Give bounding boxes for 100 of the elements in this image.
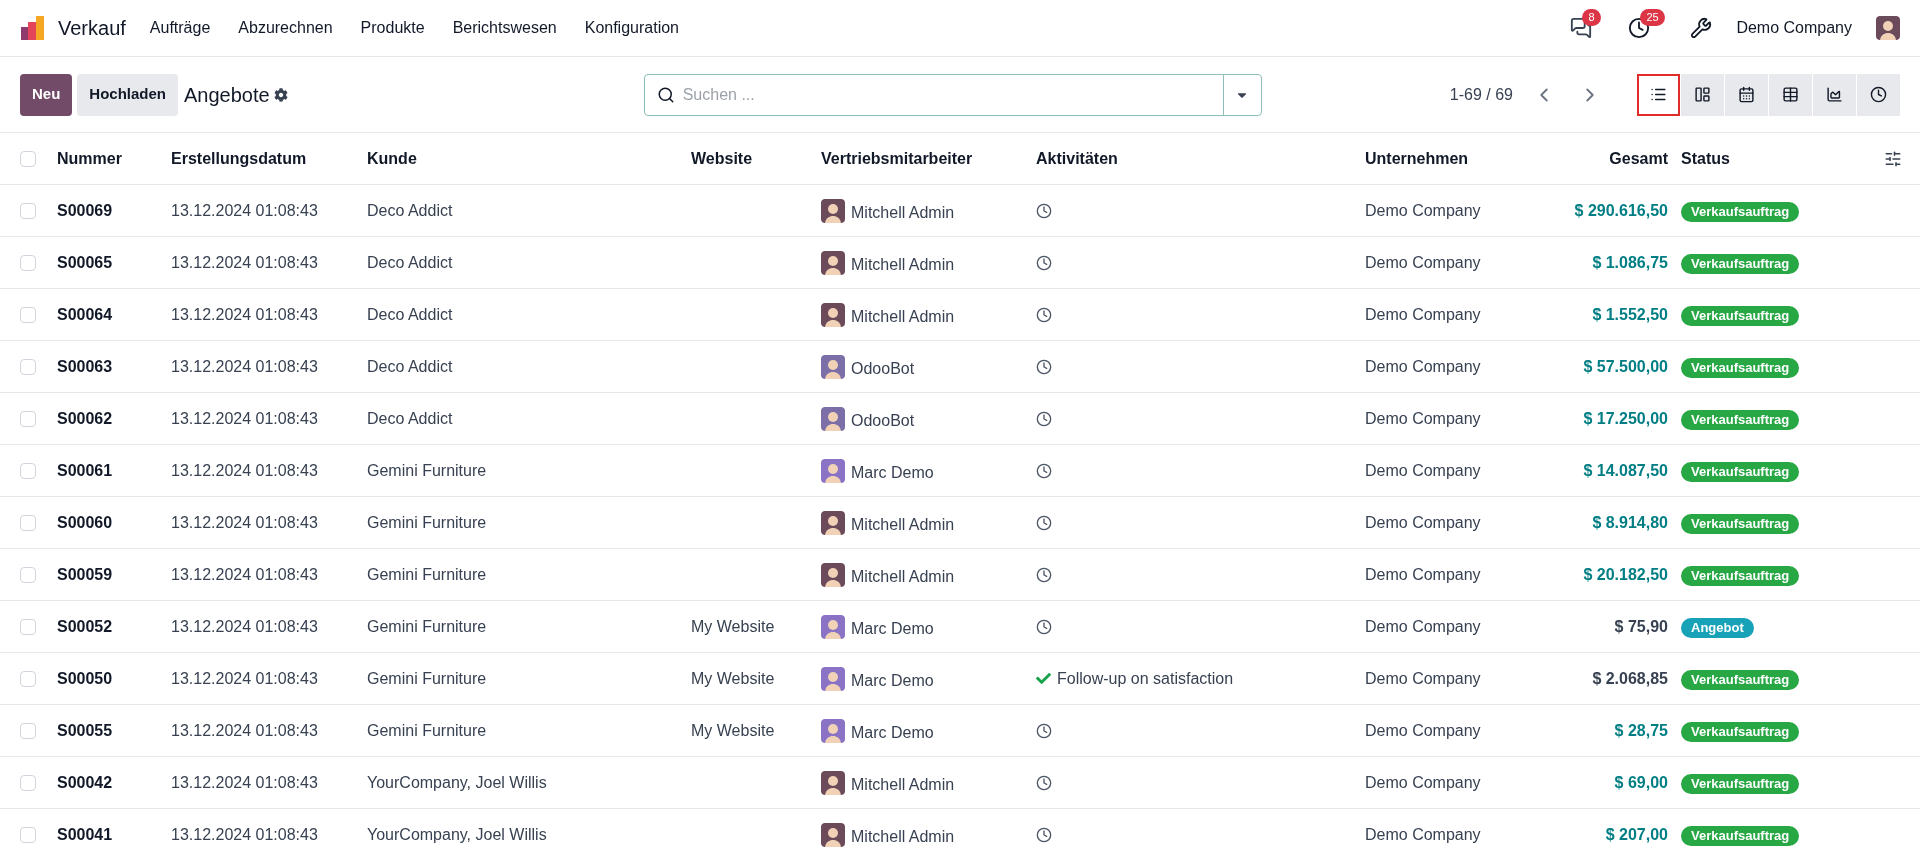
menu-item[interactable]: Produkte bbox=[360, 16, 425, 40]
table-cell: Demo Company bbox=[1365, 253, 1481, 271]
status-badge: Verkaufsauftrag bbox=[1681, 461, 1800, 482]
new-button[interactable]: Neu bbox=[20, 73, 73, 116]
clock-icon[interactable] bbox=[1036, 254, 1052, 271]
salesperson-name: Marc Demo bbox=[851, 722, 934, 743]
menu-item[interactable]: Berichtswesen bbox=[452, 16, 557, 40]
view-button[interactable] bbox=[1813, 73, 1856, 116]
clock-icon[interactable] bbox=[1036, 618, 1052, 635]
salesperson-name: Marc Demo bbox=[851, 670, 934, 691]
column-header[interactable]: Unternehmen bbox=[1365, 149, 1469, 167]
settings-icon[interactable] bbox=[273, 87, 288, 102]
table-cell: Demo Company bbox=[1365, 409, 1481, 427]
clock-icon[interactable] bbox=[1036, 722, 1052, 739]
checkbox[interactable] bbox=[20, 566, 36, 583]
clock-icon[interactable] bbox=[1036, 410, 1052, 427]
table-cell: Gemini Furniture bbox=[367, 669, 487, 687]
view-button[interactable] bbox=[1857, 73, 1900, 116]
order-number: S00060 bbox=[57, 513, 113, 531]
checkbox[interactable] bbox=[20, 410, 36, 427]
checkbox[interactable] bbox=[20, 826, 36, 843]
upload-button[interactable]: Hochladen bbox=[77, 73, 179, 116]
table-cell: 13.12.2024 01:08:43 bbox=[171, 513, 318, 531]
checkbox[interactable] bbox=[20, 150, 36, 167]
checkbox[interactable] bbox=[20, 514, 36, 531]
checkbox[interactable] bbox=[20, 202, 36, 219]
column-header[interactable]: Vertriebsmitarbeiter bbox=[821, 149, 973, 167]
kanban-view-icon bbox=[1694, 86, 1711, 103]
menu-item[interactable]: Abzurechnen bbox=[238, 16, 333, 40]
table-cell: Gemini Furniture bbox=[367, 461, 487, 479]
clock-icon[interactable] bbox=[1036, 462, 1052, 479]
amount: $ 14.087,50 bbox=[1583, 461, 1668, 479]
search-icon bbox=[656, 85, 675, 104]
checkbox[interactable] bbox=[20, 670, 36, 687]
table-cell: 13.12.2024 01:08:43 bbox=[171, 825, 318, 843]
amount: $ 8.914,80 bbox=[1592, 513, 1668, 531]
clock-icon[interactable] bbox=[1036, 358, 1052, 375]
company-name[interactable]: Demo Company bbox=[1736, 16, 1852, 40]
clock-icon[interactable] bbox=[1036, 826, 1052, 843]
clock-icon[interactable] bbox=[1036, 514, 1052, 531]
checkbox[interactable] bbox=[20, 774, 36, 791]
app-name[interactable]: Verkauf bbox=[58, 13, 126, 43]
order-number: S00064 bbox=[57, 305, 113, 323]
salesperson-name: Mitchell Admin bbox=[851, 826, 955, 847]
checkbox[interactable] bbox=[20, 254, 36, 271]
checkbox[interactable] bbox=[20, 306, 36, 323]
table-cell: 13.12.2024 01:08:43 bbox=[171, 357, 318, 375]
menu-item[interactable]: Konfiguration bbox=[584, 16, 679, 40]
search-field[interactable]: Suchen ... bbox=[643, 73, 1262, 116]
checkbox[interactable] bbox=[20, 618, 36, 635]
view-button[interactable] bbox=[1725, 73, 1768, 116]
checkmark-icon[interactable] bbox=[1036, 671, 1051, 686]
table-cell: Demo Company bbox=[1365, 825, 1481, 843]
salesperson-name: Mitchell Admin bbox=[851, 774, 955, 795]
activity-view-icon bbox=[1870, 86, 1887, 103]
status-badge: Verkaufsauftrag bbox=[1681, 721, 1800, 742]
activity-label: Follow-up on satisfaction bbox=[1057, 668, 1234, 689]
column-header[interactable]: Erstellungsdatum bbox=[171, 149, 307, 167]
order-number: S00069 bbox=[57, 201, 113, 219]
menu-item[interactable]: Aufträge bbox=[149, 16, 211, 40]
table-cell: Demo Company bbox=[1365, 669, 1481, 687]
table-cell: 13.12.2024 01:08:43 bbox=[171, 565, 318, 583]
notification-badge: 8 bbox=[1582, 9, 1601, 26]
calendar-view-icon bbox=[1738, 86, 1755, 103]
checkbox[interactable] bbox=[20, 462, 36, 479]
amount: $ 1.552,50 bbox=[1592, 305, 1668, 323]
order-number: S00041 bbox=[57, 825, 113, 843]
amount: $ 290.616,50 bbox=[1574, 201, 1668, 219]
checkbox[interactable] bbox=[20, 722, 36, 739]
table-cell: Demo Company bbox=[1365, 565, 1481, 583]
table-cell: 13.12.2024 01:08:43 bbox=[171, 253, 318, 271]
column-settings-icon[interactable] bbox=[1884, 149, 1902, 168]
salesperson-name: OdooBot bbox=[851, 358, 915, 379]
column-header[interactable]: Status bbox=[1681, 149, 1730, 167]
amount: $ 57.500,00 bbox=[1583, 357, 1668, 375]
column-header[interactable]: Gesamt bbox=[1609, 149, 1668, 167]
table-cell: YourCompany, Joel Willis bbox=[367, 825, 547, 843]
search-input[interactable]: Suchen ... bbox=[682, 82, 1223, 107]
view-button[interactable] bbox=[1681, 73, 1724, 116]
clock-icon[interactable] bbox=[1036, 202, 1052, 219]
column-header[interactable]: Website bbox=[691, 149, 753, 167]
clock-icon[interactable] bbox=[1036, 306, 1052, 323]
table-cell: Demo Company bbox=[1365, 305, 1481, 323]
order-number: S00042 bbox=[57, 773, 113, 791]
column-header[interactable]: Nummer bbox=[57, 149, 122, 167]
status-badge: Verkaufsauftrag bbox=[1681, 565, 1800, 586]
order-number: S00065 bbox=[57, 253, 113, 271]
app-logo-icon[interactable] bbox=[20, 15, 46, 41]
column-header[interactable]: Kunde bbox=[367, 149, 417, 167]
column-header[interactable]: Aktivitäten bbox=[1036, 149, 1118, 167]
table-cell: Gemini Furniture bbox=[367, 721, 487, 739]
clock-icon[interactable] bbox=[1036, 566, 1052, 583]
table-cell: Demo Company bbox=[1365, 617, 1481, 635]
view-button[interactable] bbox=[1769, 73, 1812, 116]
tools-icon[interactable] bbox=[1690, 17, 1713, 39]
clock-icon[interactable] bbox=[1036, 774, 1052, 791]
table-cell: Demo Company bbox=[1365, 721, 1481, 739]
checkbox[interactable] bbox=[20, 358, 36, 375]
salesperson-name: Mitchell Admin bbox=[851, 306, 955, 327]
order-number: S00059 bbox=[57, 565, 113, 583]
